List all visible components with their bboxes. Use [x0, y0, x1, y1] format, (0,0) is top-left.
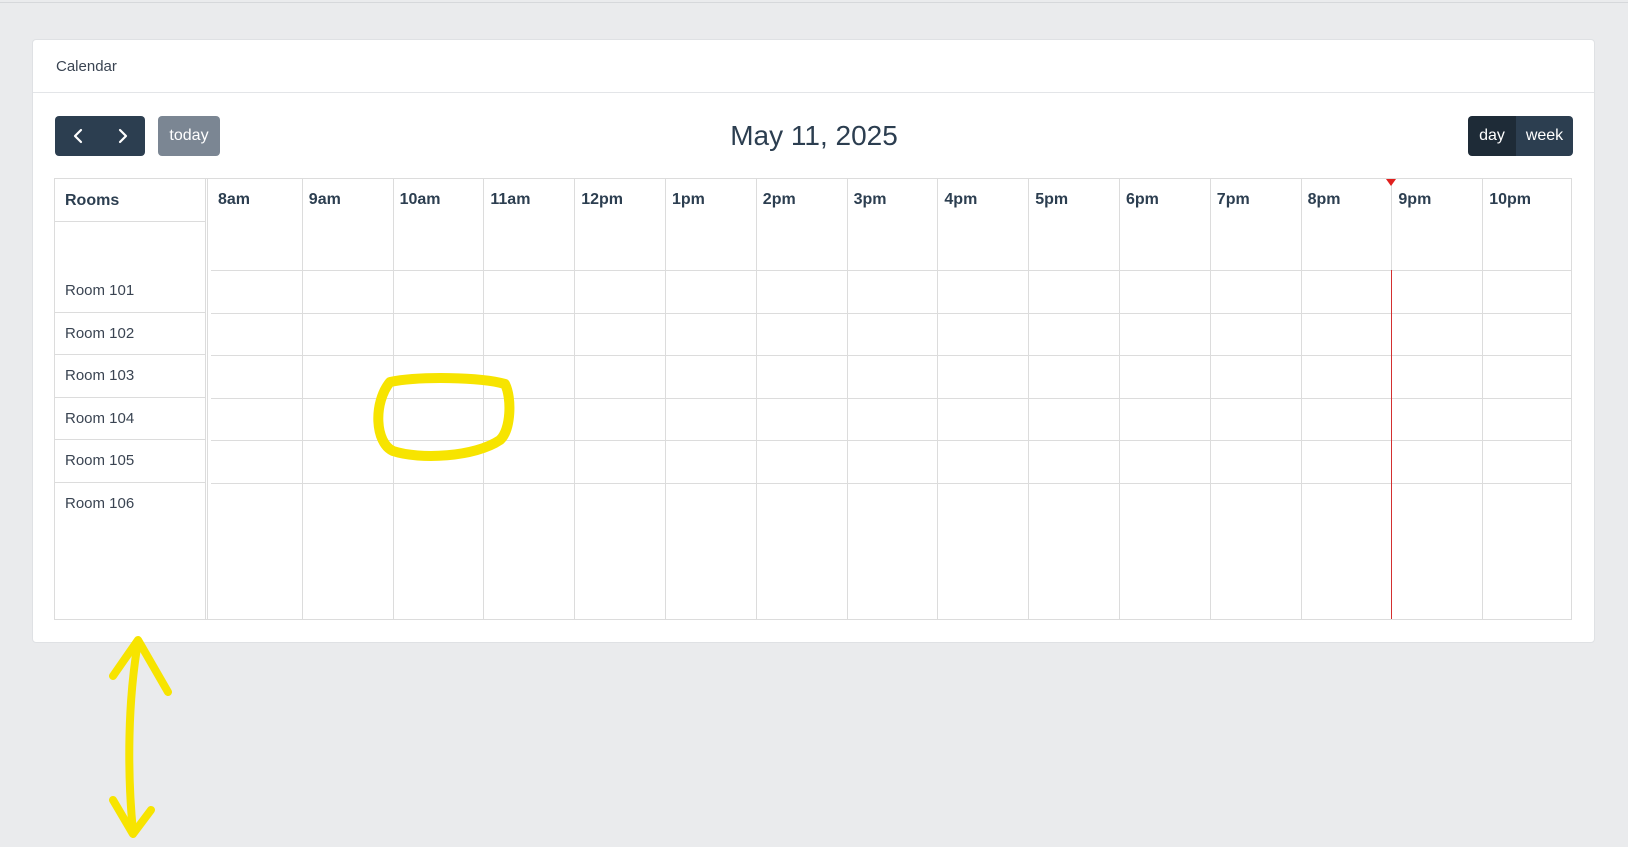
- top-divider: [0, 2, 1628, 3]
- prev-button[interactable]: [55, 116, 100, 156]
- double-arrow: [109, 636, 172, 838]
- slot-label: 10pm: [1489, 191, 1531, 208]
- slot-divider: [1028, 179, 1030, 619]
- slot-divider: [574, 179, 576, 619]
- view-switcher: day week: [1468, 116, 1573, 156]
- nav-button-group: [55, 116, 145, 156]
- calendar-title: May 11, 2025: [730, 120, 898, 151]
- slot-label: 5pm: [1035, 191, 1069, 208]
- resource-label: Room 102: [65, 324, 135, 342]
- now-indicator-arrow: [1386, 179, 1397, 186]
- now-indicator-line: [1391, 270, 1393, 619]
- slot-divider: [392, 179, 394, 619]
- slot-label: 1pm: [672, 191, 705, 208]
- slot-divider: [665, 179, 666, 619]
- calendar-toolbar: May 11, 2025 today day week: [55, 116, 1573, 156]
- slot-label: 8pm: [1307, 191, 1341, 208]
- row-divider: [211, 355, 1571, 356]
- resource-column: Rooms Room 101 Room 102 Room 103 Room 104 Ro…: [55, 179, 208, 619]
- resource-row: Room 103: [55, 355, 205, 398]
- next-button[interactable]: [100, 116, 145, 156]
- today-button[interactable]: today: [158, 116, 220, 156]
- slot-label: 7pm: [1216, 191, 1250, 208]
- slot-divider: [846, 179, 848, 619]
- row-divider: [211, 440, 1571, 441]
- slot-label: 10am: [399, 191, 441, 208]
- resource-row: Room 102: [55, 313, 205, 355]
- chevron-right-icon: [117, 128, 129, 144]
- resource-label: Room 104: [65, 409, 135, 427]
- slot-label: 8am: [218, 191, 251, 208]
- slot-divider: [1300, 179, 1302, 619]
- row-divider: [211, 312, 1571, 314]
- slot-label: 2pm: [762, 191, 796, 208]
- slot-divider: [937, 179, 939, 619]
- resource-row: Room 104: [55, 398, 205, 440]
- slot-label: 12pm: [581, 191, 623, 208]
- resource-header: Rooms: [55, 179, 205, 222]
- resource-label: Room 105: [65, 452, 135, 469]
- slot-label: 11am: [490, 191, 531, 208]
- row-divider: [211, 397, 1571, 399]
- card-header: Calendar: [33, 40, 1594, 93]
- slot-label: 9am: [308, 191, 341, 208]
- week-view-button[interactable]: week: [1516, 116, 1573, 156]
- slot-divider: [1119, 179, 1120, 619]
- resource-label: Room 103: [65, 367, 135, 384]
- resource-timeline-grid: Rooms Room 101 Room 102 Room 103 Room 104 Ro…: [54, 178, 1572, 620]
- resource-label: Room 101: [65, 282, 135, 299]
- slot-divider: [1482, 179, 1484, 619]
- row-divider: [211, 270, 1571, 271]
- card-title: Calendar: [56, 57, 117, 75]
- day-view-button[interactable]: day: [1468, 116, 1516, 156]
- slot-divider: [301, 179, 303, 619]
- slot-label: 9pm: [1398, 191, 1432, 208]
- slot-label: 3pm: [853, 191, 887, 208]
- slot-label: 4pm: [944, 191, 978, 208]
- slot-label: 6pm: [1126, 191, 1159, 208]
- resource-row: Room 105: [55, 440, 205, 483]
- resource-label: Room 106: [65, 494, 135, 512]
- row-divider: [211, 482, 1571, 484]
- resource-row: Room 101: [55, 270, 205, 313]
- slot-divider: [1209, 179, 1211, 619]
- chevron-left-icon: [72, 128, 84, 144]
- resource-row: Room 106: [55, 483, 205, 620]
- slot-divider: [755, 179, 757, 619]
- slot-divider: [483, 179, 485, 619]
- timeline-body[interactable]: 8am 9am 10am 11am 12pm 1pm 2pm 3pm 4pm 5pm 6pm 7pm 8…: [211, 179, 1571, 619]
